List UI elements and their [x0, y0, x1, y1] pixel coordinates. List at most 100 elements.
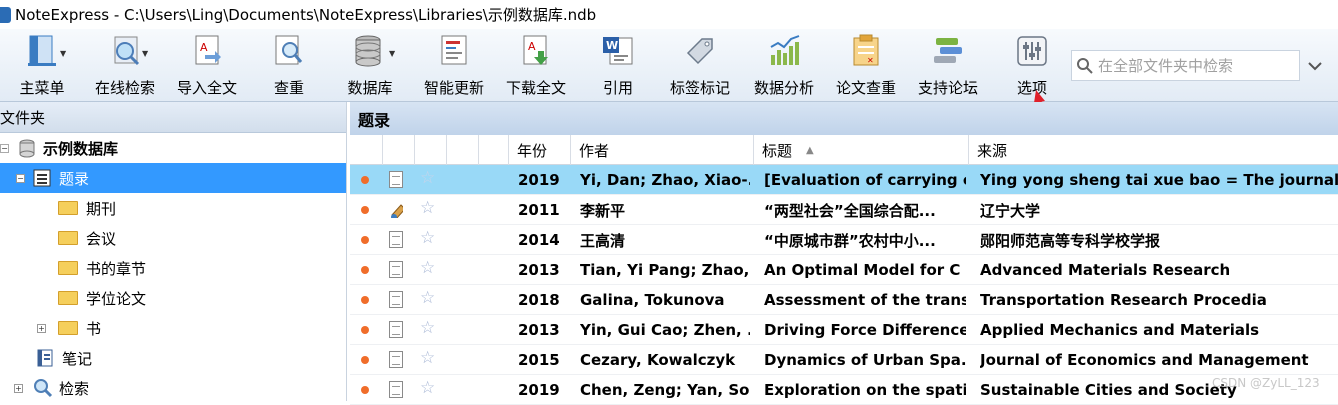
download-fulltext-icon: A: [518, 33, 554, 69]
cell-author: Cezary, Kowalczyk: [580, 351, 736, 369]
search-input[interactable]: [1098, 56, 1298, 75]
cite-icon: W: [600, 33, 636, 69]
download-fulltext-label: 下载全文: [505, 79, 566, 97]
status-dot: [361, 176, 369, 184]
star-icon[interactable]: ☆: [420, 198, 435, 218]
column-blank-2[interactable]: [478, 135, 508, 165]
cell-title: Assessment of the trans...: [764, 291, 966, 309]
table-row[interactable]: ☆ 2013 Tian, Yi Pang; Zhao, An Optimal Mode…: [350, 255, 1338, 285]
expand-icon[interactable]: +: [37, 323, 46, 333]
column-title-label: 标题: [762, 141, 793, 160]
folder-icon: [58, 231, 78, 245]
table-row[interactable]: ☆ 2015 Cezary, Kowalczyk Dynamics of Urban …: [350, 345, 1338, 375]
collapse-icon[interactable]: −: [16, 173, 25, 183]
status-dot: [361, 236, 369, 244]
column-title[interactable]: 标题 ▲: [753, 135, 968, 165]
cell-source: Advanced Materials Research: [980, 261, 1231, 279]
cell-title: “中原城市群”农村中小...: [764, 231, 936, 250]
online-search-button[interactable]: ▼ 在线检索: [92, 33, 158, 99]
column-year[interactable]: 年份: [508, 135, 570, 165]
main-menu-button[interactable]: ▼ 主菜单: [12, 33, 72, 99]
duplicate-check-button[interactable]: 查重: [266, 33, 312, 99]
star-icon[interactable]: ☆: [420, 288, 435, 308]
tree-item-notes[interactable]: 笔记: [36, 343, 92, 373]
main-menu-icon: [24, 33, 60, 69]
cite-label: 引用: [602, 79, 633, 97]
tree-item-books[interactable]: + 书: [37, 313, 101, 343]
search-box[interactable]: [1071, 50, 1300, 81]
table-row[interactable]: ☆ 2018 Galina, Tokunova Assessment of the t…: [350, 285, 1338, 315]
cell-year: 2015: [518, 351, 560, 369]
download-fulltext-button[interactable]: A 下载全文: [504, 33, 568, 99]
tree-item-label: 检索: [59, 379, 90, 398]
table-row[interactable]: ☆ 2013 Yin, Gui Cao; Zhen, ... Driving Forc…: [350, 315, 1338, 345]
chevron-down-icon: ▼: [389, 49, 396, 58]
tree-item-book-chapters[interactable]: 书的章节: [58, 253, 146, 283]
expand-icon[interactable]: +: [14, 383, 23, 393]
cell-source: Journal of Economics and Management: [980, 351, 1309, 369]
import-fulltext-button[interactable]: A 导入全文: [175, 33, 239, 99]
star-icon[interactable]: ☆: [420, 258, 435, 278]
tree-item-records[interactable]: − 题录: [0, 163, 346, 193]
status-dot: [361, 266, 369, 274]
column-attachment[interactable]: [382, 135, 414, 165]
cite-button[interactable]: W 引用: [598, 33, 638, 99]
database-button[interactable]: ▼ 数据库: [344, 33, 396, 99]
tree-item-theses[interactable]: 学位论文: [58, 283, 146, 313]
document-icon: [389, 171, 403, 188]
cell-year: 2013: [518, 321, 560, 339]
tree-item-label: 书: [86, 319, 102, 338]
smart-update-button[interactable]: 智能更新: [422, 33, 486, 99]
cell-year: 2011: [518, 201, 560, 219]
cell-author: Tian, Yi Pang; Zhao,: [580, 261, 750, 279]
options-icon: [1014, 33, 1050, 69]
online-search-label: 在线检索: [94, 79, 155, 97]
star-icon[interactable]: ☆: [420, 228, 435, 248]
cell-year: 2018: [518, 291, 560, 309]
column-blank-1[interactable]: [446, 135, 478, 165]
table-row[interactable]: ☆ 2019 Yi, Dan; Zhao, Xiao-... [Evaluation …: [350, 165, 1338, 195]
tree-item-label: 题录: [59, 169, 90, 188]
tree-item-search[interactable]: + 检索: [14, 373, 89, 403]
database-icon: [352, 33, 388, 69]
document-icon: [389, 261, 403, 278]
cell-source: 郧阳师范高等专科学校学报: [980, 231, 1161, 250]
tree-item-conferences[interactable]: 会议: [58, 223, 116, 253]
document-icon: [389, 381, 403, 398]
cell-title: Driving Force Difference: [764, 321, 966, 339]
status-dot: [361, 326, 369, 334]
cell-title: An Optimal Model for C: [764, 261, 961, 279]
document-icon: [389, 321, 403, 338]
star-icon[interactable]: ☆: [420, 348, 435, 368]
tree-item-label: 书的章节: [86, 259, 147, 278]
paper-check-label: 论文查重: [835, 79, 896, 97]
star-icon[interactable]: ☆: [420, 318, 435, 338]
app-icon: [0, 6, 11, 23]
column-status[interactable]: [350, 135, 382, 165]
main-menu-label: 主菜单: [19, 79, 65, 97]
column-author[interactable]: 作者: [570, 135, 753, 165]
forum-label: 支持论坛: [917, 79, 978, 97]
star-icon[interactable]: ☆: [420, 168, 435, 188]
table-row[interactable]: ☆ 2011 李新平 “两型社会”全国综合配... 辽宁大学: [350, 195, 1338, 225]
status-dot: [361, 206, 369, 214]
column-star[interactable]: [414, 135, 446, 165]
search-dropdown-button[interactable]: [1300, 50, 1330, 81]
database-icon: [19, 139, 35, 158]
tree-item-journals[interactable]: 期刊: [58, 193, 116, 223]
database-label: 数据库: [347, 79, 393, 97]
table-row[interactable]: ☆ 2014 王高清 “中原城市群”农村中小... 郧阳师范高等专科学校学报: [350, 225, 1338, 255]
search-icon: [34, 379, 53, 398]
star-icon[interactable]: ☆: [420, 378, 435, 398]
tag-button[interactable]: 标签标记: [668, 33, 732, 99]
collapse-icon[interactable]: −: [0, 143, 9, 153]
column-source[interactable]: 来源: [968, 135, 1338, 165]
smart-update-icon: [436, 33, 472, 69]
duplicate-check-icon: [271, 33, 307, 69]
paper-check-button[interactable]: ✕ 论文查重: [834, 33, 898, 99]
forum-button[interactable]: 支持论坛: [916, 33, 980, 99]
tree-item-library[interactable]: − 示例数据库: [0, 133, 346, 163]
cell-year: 2014: [518, 231, 560, 249]
forum-icon: [930, 33, 966, 69]
data-analysis-button[interactable]: 数据分析: [752, 33, 816, 99]
